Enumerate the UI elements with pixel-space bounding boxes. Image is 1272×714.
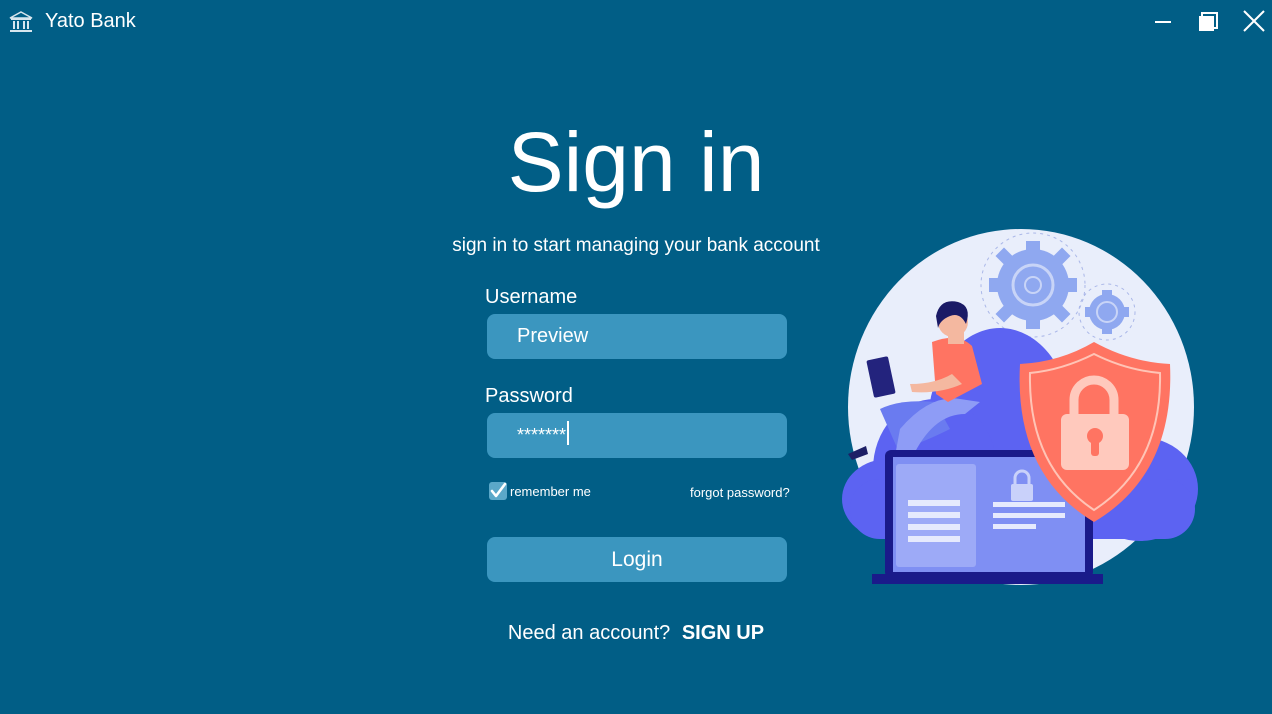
check-icon [490, 482, 507, 498]
username-label: Username [485, 286, 578, 308]
security-illustration [842, 229, 1198, 585]
forgot-password-link[interactable]: forgot password? [690, 485, 790, 500]
password-input[interactable]: ******* [487, 413, 787, 458]
text-caret [567, 421, 570, 446]
login-button[interactable]: Login [487, 537, 787, 582]
maximize-icon [1199, 12, 1218, 31]
close-icon [1243, 10, 1265, 32]
title-bar: Yato Bank [0, 0, 1272, 44]
signup-prompt: Need an account? [507, 622, 671, 644]
password-value: ******* [517, 425, 567, 445]
close-button[interactable] [1239, 8, 1269, 36]
password-label: Password [485, 385, 573, 407]
remember-me-label: remember me [510, 483, 591, 499]
username-value: Preview [517, 325, 589, 347]
remember-me[interactable]: remember me [489, 482, 591, 500]
maximize-button[interactable] [1193, 8, 1223, 36]
signup-link[interactable]: SIGN UP [682, 622, 764, 644]
login-window: Yato Bank Sign in sign in to start manag… [0, 0, 1272, 714]
signup-row: Need an account? SIGN UP [0, 622, 1272, 645]
username-input[interactable]: Preview [487, 314, 787, 359]
page-title: Sign in [507, 115, 765, 209]
remember-me-checkbox[interactable] [489, 482, 507, 500]
bank-icon [9, 11, 33, 32]
window-title: Yato Bank [45, 10, 136, 32]
minimize-button[interactable] [1148, 8, 1178, 36]
minimize-icon [1155, 21, 1171, 23]
